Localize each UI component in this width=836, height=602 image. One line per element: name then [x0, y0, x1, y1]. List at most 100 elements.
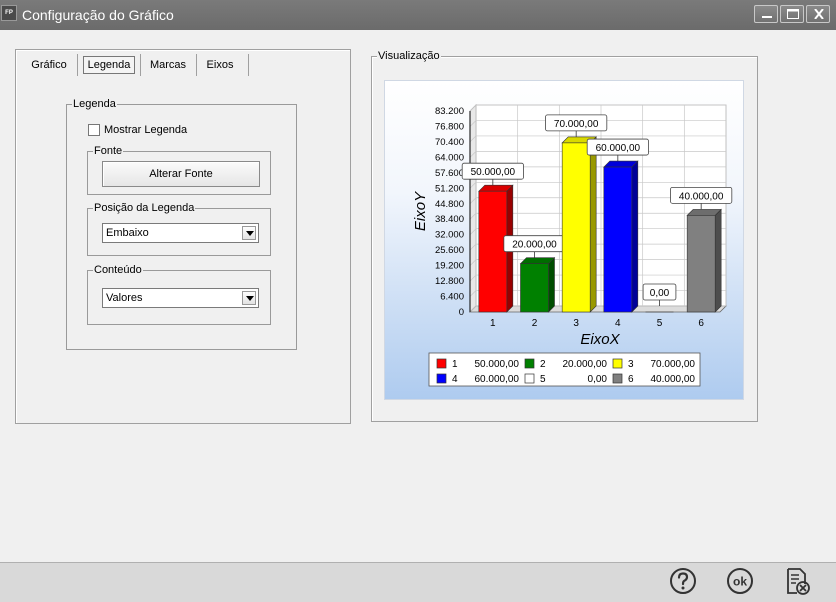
bar — [478, 190, 508, 313]
tab-separator — [77, 54, 78, 76]
y-tick-label: 38.400 — [435, 214, 464, 225]
x-tick-label: 1 — [490, 318, 496, 329]
bar-top — [686, 209, 722, 216]
bar — [686, 215, 716, 313]
alterar-fonte-button[interactable]: Alterar Fonte — [102, 161, 260, 187]
data-label-text: 0,00 — [650, 288, 670, 299]
data-label-text: 70.000,00 — [554, 119, 599, 130]
bar-top — [478, 184, 514, 192]
legend-swatch — [612, 373, 623, 384]
legend-key: 4 — [452, 374, 458, 385]
y-axis-title: EixoY — [412, 191, 429, 231]
tab-separator — [196, 54, 197, 76]
tab-separator — [248, 54, 249, 76]
y-tick-label: 70.400 — [435, 137, 464, 148]
y-tick-label: 83.200 — [435, 106, 464, 117]
y-tick-label: 0 — [459, 307, 464, 318]
ok-button[interactable]: ok — [725, 566, 755, 596]
data-label-text: 40.000,00 — [679, 191, 724, 202]
close-button[interactable] — [806, 5, 830, 23]
legend-value: 50.000,00 — [475, 359, 520, 370]
conteudo-select[interactable]: Valores — [102, 288, 259, 308]
bar — [520, 263, 549, 313]
legend-swatch — [524, 358, 535, 369]
y-tick-label: 76.800 — [435, 121, 464, 132]
legend-key: 2 — [540, 359, 546, 370]
footer-bar — [0, 562, 836, 602]
y-tick-label: 44.800 — [435, 199, 464, 210]
data-label-text: 60.000,00 — [596, 143, 641, 154]
tab-separator — [140, 54, 141, 76]
x-tick-label: 2 — [532, 318, 538, 329]
close-icon — [814, 9, 824, 19]
legend-key: 3 — [628, 359, 634, 370]
bar-top — [603, 160, 639, 168]
ok-icon: ok — [727, 568, 753, 594]
help-button[interactable] — [668, 566, 698, 596]
data-label-text: 50.000,00 — [471, 167, 516, 178]
cancel-button[interactable] — [782, 566, 812, 596]
legend-key: 5 — [540, 374, 546, 385]
conteudo-select-value: Valores — [106, 292, 143, 304]
legend-value: 40.000,00 — [651, 374, 696, 385]
tab-eixos[interactable]: Eixos — [201, 54, 239, 76]
y-tick-label: 25.600 — [435, 245, 464, 256]
posicao-group-label: Posição da Legenda — [93, 202, 196, 214]
window-title: Configuração do Gráfico — [22, 7, 174, 23]
x-axis-title: EixoX — [580, 331, 620, 348]
legend-key: 6 — [628, 374, 634, 385]
preview-label: Visualização — [377, 50, 441, 62]
bar — [561, 142, 591, 313]
minimize-button[interactable] — [754, 5, 778, 23]
ok-icon-text: ok — [733, 575, 747, 589]
y-tick-label: 12.800 — [435, 276, 464, 287]
y-tick-label: 51.200 — [435, 183, 464, 194]
app-icon: FP — [1, 5, 17, 21]
chart-area: 0 6.400 12.800 19.200 25.600 32.000 38.400 44.8… — [384, 80, 744, 400]
x-tick-label: 6 — [698, 318, 704, 329]
dropdown-arrow[interactable] — [242, 226, 256, 240]
legenda-group-label: Legenda — [72, 98, 117, 110]
minimize-icon — [762, 16, 772, 18]
y-tick-label: 57.600 — [435, 168, 464, 179]
bar-chart: 0 6.400 12.800 19.200 25.600 32.000 38.400 44.8… — [412, 104, 733, 387]
legend-swatch — [612, 358, 623, 369]
legend-swatch — [524, 373, 535, 384]
y-tick-label: 32.000 — [435, 230, 464, 241]
conteudo-group-label: Conteúdo — [93, 264, 143, 276]
title-bar: FP Configuração do Gráfico — [0, 0, 836, 30]
chevron-down-icon — [246, 296, 254, 301]
legend-value: 60.000,00 — [475, 374, 520, 385]
bar-top — [519, 257, 556, 264]
chart-side-wall — [469, 104, 477, 313]
y-tick-label: 6.400 — [440, 292, 464, 303]
tab-grafico[interactable]: Gráfico — [27, 54, 71, 76]
legend-swatch — [436, 373, 447, 384]
show-legend-checkbox[interactable] — [88, 124, 100, 136]
maximize-button[interactable] — [780, 5, 804, 23]
legend-value: 20.000,00 — [563, 359, 608, 370]
dropdown-arrow[interactable] — [242, 291, 256, 305]
x-tick-label: 5 — [657, 318, 663, 329]
chevron-down-icon — [246, 231, 254, 236]
help-icon — [670, 568, 696, 594]
tab-legenda[interactable]: Legenda — [83, 56, 135, 74]
maximize-icon — [787, 9, 799, 19]
bar-side — [589, 136, 597, 313]
bar-side — [631, 160, 639, 313]
y-tick-label: 64.000 — [435, 152, 464, 163]
legend-value: 70.000,00 — [651, 359, 696, 370]
fonte-group-label: Fonte — [93, 145, 124, 157]
bar — [603, 166, 633, 313]
bar-side — [548, 256, 555, 313]
legend-value: 0,00 — [588, 374, 608, 385]
legend-key: 1 — [452, 359, 458, 370]
cancel-document-icon — [787, 568, 810, 595]
posicao-select-value: Embaixo — [106, 227, 149, 239]
legend-swatch — [436, 358, 447, 369]
tab-marcas[interactable]: Marcas — [145, 54, 191, 76]
x-tick-label: 4 — [615, 318, 621, 329]
posicao-select[interactable]: Embaixo — [102, 223, 259, 243]
y-tick-label: 19.200 — [435, 261, 464, 272]
show-legend-label[interactable]: Mostrar Legenda — [104, 124, 187, 136]
